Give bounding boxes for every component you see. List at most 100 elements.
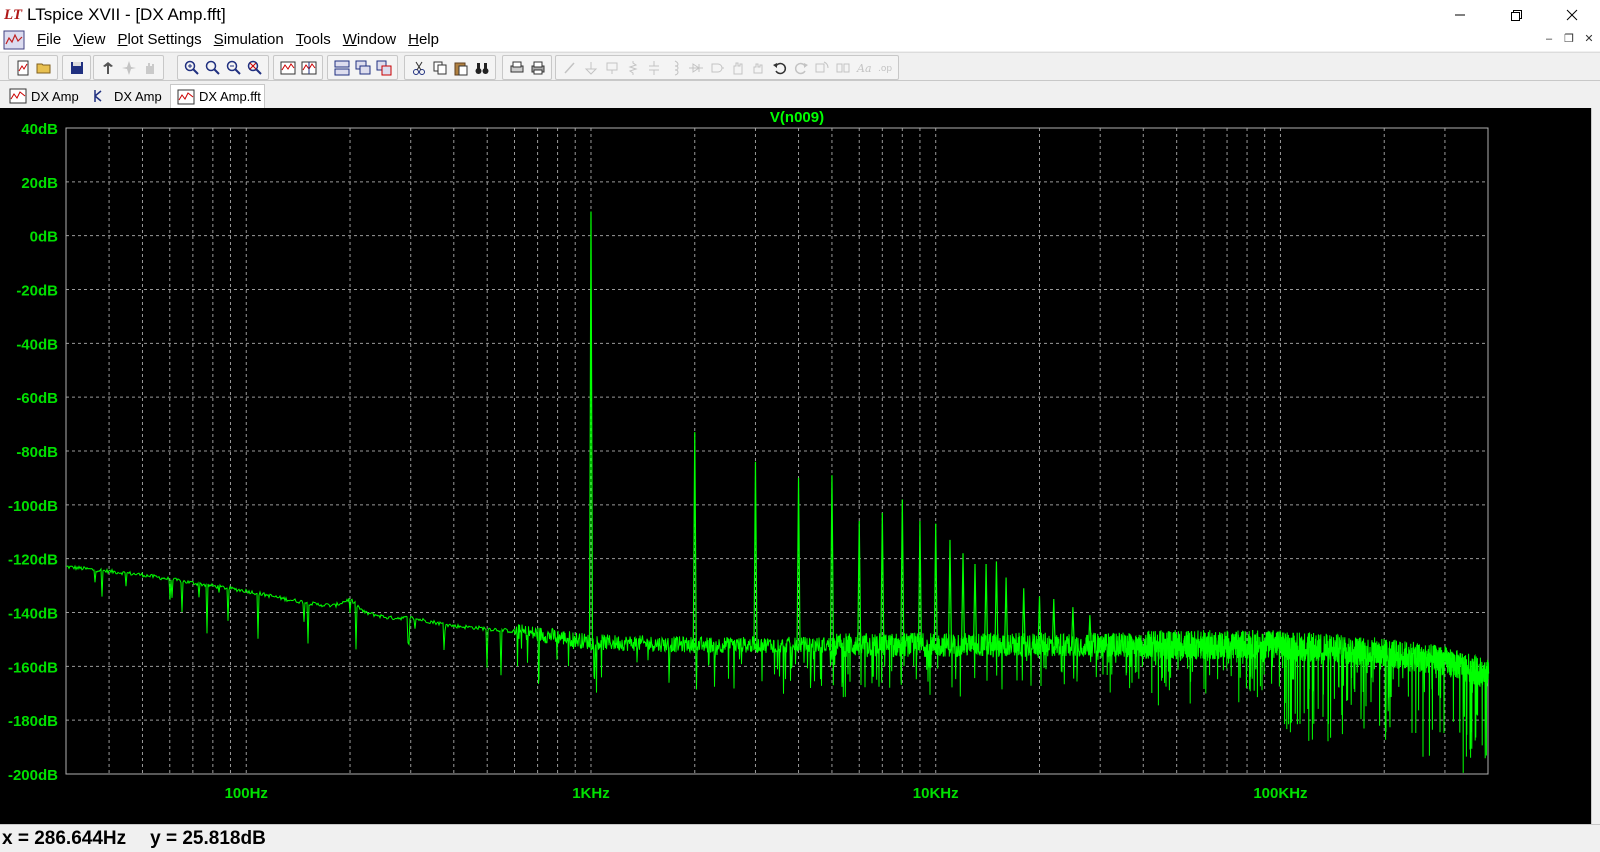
label-net-icon[interactable] xyxy=(601,57,622,78)
paste-icon[interactable] xyxy=(450,57,471,78)
menu-window[interactable]: Window xyxy=(337,29,402,51)
tile-vertical-icon[interactable] xyxy=(373,57,394,78)
cut-icon[interactable] xyxy=(408,57,429,78)
component-icon[interactable] xyxy=(706,57,727,78)
toolbar-group-print xyxy=(502,55,552,80)
tile-horizontal-icon[interactable] xyxy=(331,57,352,78)
x-tick-label: 100Hz xyxy=(225,785,268,802)
redo-icon[interactable] xyxy=(790,57,811,78)
minimize-icon[interactable] xyxy=(1432,0,1488,29)
tab-dx-amp-fft[interactable]: DX Amp.fft xyxy=(170,84,265,108)
open-folder-icon[interactable] xyxy=(33,57,54,78)
mdi-restore-icon[interactable]: ❐ xyxy=(1560,31,1578,47)
resistor-icon[interactable] xyxy=(622,57,643,78)
plot-cursor-icon[interactable] xyxy=(298,57,319,78)
window-title: LTspice XVII - [DX Amp.fft] xyxy=(27,4,226,24)
fft-trace-noise xyxy=(65,564,1490,773)
toolbar-group-schematic: Aa .op xyxy=(555,55,899,80)
toolbar-group-plot xyxy=(273,55,323,80)
autorange-icon[interactable] xyxy=(277,57,298,78)
halt-hand-icon[interactable] xyxy=(139,57,160,78)
text-icon[interactable]: Aa xyxy=(853,57,874,78)
harmonic-peak xyxy=(972,564,978,651)
cursor-y-readout: y = 25.818dB xyxy=(150,827,266,849)
y-tick-label: -200dB xyxy=(8,767,58,784)
inductor-icon[interactable] xyxy=(664,57,685,78)
ground-icon[interactable] xyxy=(580,57,601,78)
menu-view[interactable]: View xyxy=(67,29,111,51)
x-tick-label: 100KHz xyxy=(1253,785,1307,802)
menu-help[interactable]: Help xyxy=(402,29,445,51)
toolbar-group-file xyxy=(8,55,58,80)
menu-tools[interactable]: Tools xyxy=(290,29,337,51)
window-controls xyxy=(1432,0,1600,29)
menu-plot-settings[interactable]: Plot Settings xyxy=(111,29,207,51)
toolbar-group-save xyxy=(62,55,91,80)
zoom-out-icon[interactable] xyxy=(223,57,244,78)
y-tick-label: -180dB xyxy=(8,713,58,730)
toolbar-group-windows xyxy=(327,55,398,80)
close-icon[interactable] xyxy=(1544,0,1600,29)
vertical-scrollbar[interactable] xyxy=(1591,108,1600,824)
menu-file[interactable]: File xyxy=(31,29,67,51)
y-tick-label: 40dB xyxy=(21,121,58,138)
y-tick-label: -120dB xyxy=(8,552,58,569)
harmonic-peak xyxy=(1003,577,1009,651)
y-tick-label: 0dB xyxy=(30,229,59,246)
schematic-icon xyxy=(94,90,102,102)
harmonic-peak xyxy=(947,539,953,651)
y-tick-label: -20dB xyxy=(16,283,58,300)
mirror-icon[interactable] xyxy=(832,57,853,78)
wire-icon[interactable] xyxy=(559,57,580,78)
mdi-controls: – ❐ ✕ xyxy=(1540,31,1598,47)
y-tick-label: -140dB xyxy=(8,606,58,623)
waveform-icon xyxy=(9,88,27,104)
mdi-minimize-icon[interactable]: – xyxy=(1540,31,1558,47)
save-icon[interactable] xyxy=(66,57,87,78)
menu-simulation[interactable]: Simulation xyxy=(208,29,290,51)
y-tick-label: -100dB xyxy=(8,498,58,515)
mdi-close-icon[interactable]: ✕ xyxy=(1580,31,1598,47)
capacitor-icon[interactable] xyxy=(643,57,664,78)
drag-hand-icon[interactable] xyxy=(748,57,769,78)
y-tick-label: -160dB xyxy=(8,659,58,676)
harmonic-peak xyxy=(960,553,966,651)
title-bar: LT LTspice XVII - [DX Amp.fft] xyxy=(0,0,1600,29)
rotate-icon[interactable] xyxy=(811,57,832,78)
new-schematic-icon[interactable] xyxy=(12,57,33,78)
waveform-icon xyxy=(177,89,195,104)
diode-icon[interactable] xyxy=(685,57,706,78)
ltspice-window: LT LTspice XVII - [DX Amp.fft] File View… xyxy=(0,0,1600,852)
zoom-full-icon[interactable] xyxy=(244,57,265,78)
run-icon[interactable] xyxy=(118,57,139,78)
harmonic-peak xyxy=(692,432,697,651)
harmonic-peak xyxy=(880,512,885,651)
tab-dx-amp-waveform[interactable]: DX Amp xyxy=(3,84,83,108)
tab-label: DX Amp xyxy=(31,88,79,104)
spice-directive-icon[interactable]: .op xyxy=(874,57,895,78)
find-binoculars-icon[interactable] xyxy=(471,57,492,78)
waveform-plot-pane[interactable]: 40dB 20dB 0dB -20dB -40dB -60dB -80dB -100dB -12… xyxy=(0,108,1591,824)
fft-plot[interactable]: 40dB 20dB 0dB -20dB -40dB -60dB -80dB -100dB -12… xyxy=(0,108,1591,824)
zoom-pan-icon[interactable] xyxy=(202,57,223,78)
toolbar-group-edit xyxy=(404,55,496,80)
move-hand-icon[interactable] xyxy=(727,57,748,78)
print-preview-icon[interactable] xyxy=(506,57,527,78)
zoom-in-icon[interactable] xyxy=(181,57,202,78)
menu-bar: File View Plot Settings Simulation Tools… xyxy=(0,29,1600,51)
cascade-icon[interactable] xyxy=(352,57,373,78)
undo-icon[interactable] xyxy=(769,57,790,78)
control-panel-icon[interactable] xyxy=(97,57,118,78)
status-bar: x = 286.644Hz y = 25.818dB xyxy=(0,824,1600,852)
svg-text:Aa: Aa xyxy=(856,62,872,75)
copy-icon[interactable] xyxy=(429,57,450,78)
print-icon[interactable] xyxy=(527,57,548,78)
cursor-x-readout: x = 286.644Hz xyxy=(2,827,127,849)
waveform-document-icon[interactable] xyxy=(3,30,25,50)
maximize-icon[interactable] xyxy=(1488,0,1544,29)
trace-label: V(n009) xyxy=(770,109,824,126)
tab-dx-amp-schematic[interactable]: DX Amp xyxy=(86,84,166,108)
toolbar-group-zoom xyxy=(177,55,269,80)
y-tick-label: -60dB xyxy=(16,390,58,407)
tab-label: DX Amp xyxy=(114,88,162,104)
